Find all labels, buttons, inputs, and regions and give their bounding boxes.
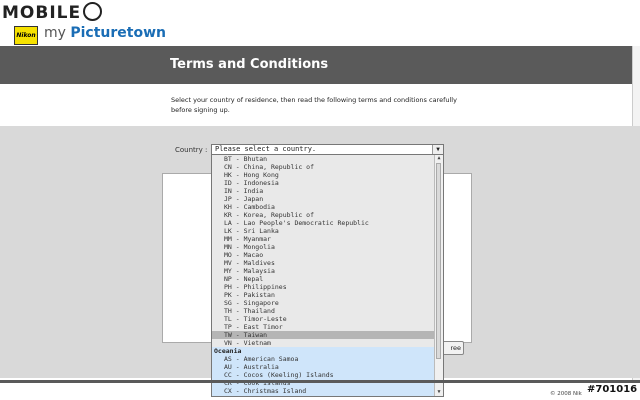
- dropdown-option[interactable]: KH - Cambodia: [212, 203, 443, 211]
- dropdown-option[interactable]: PH - Philippines: [212, 283, 443, 291]
- dropdown-option[interactable]: CX - Christmas Island: [212, 387, 443, 395]
- scroll-up-icon[interactable]: ▲: [435, 155, 443, 162]
- dropdown-option-highlighted[interactable]: TW - Taiwan: [212, 331, 443, 339]
- country-select-value: Please select a country.: [215, 145, 317, 153]
- dropdown-option[interactable]: ID - Indonesia: [212, 179, 443, 187]
- dropdown-option[interactable]: TL - Timor-Leste: [212, 315, 443, 323]
- dropdown-option[interactable]: MV - Maldives: [212, 259, 443, 267]
- chevron-down-icon[interactable]: ▼: [432, 145, 443, 154]
- dropdown-option[interactable]: NP - Nepal: [212, 275, 443, 283]
- scroll-thumb[interactable]: [436, 163, 441, 359]
- dropdown-option[interactable]: KR - Korea, Republic of: [212, 211, 443, 219]
- watermark-logo: MOBILE: [2, 2, 128, 23]
- dropdown-option[interactable]: JP - Japan: [212, 195, 443, 203]
- brand-name: my Picturetown: [44, 25, 167, 41]
- dropdown-option[interactable]: LK - Sri Lanka: [212, 227, 443, 235]
- dropdown-option[interactable]: BT - Bhutan: [212, 155, 443, 163]
- nikon-logo: Nikon: [14, 26, 38, 45]
- country-dropdown-list[interactable]: BT - Bhutan CN - China, Republic of HK -…: [211, 154, 444, 397]
- dropdown-option[interactable]: MO - Macao: [212, 251, 443, 259]
- dropdown-option[interactable]: HK - Hong Kong: [212, 171, 443, 179]
- dropdown-option[interactable]: CC - Cocos (Keeling) Islands: [212, 371, 443, 379]
- dropdown-option[interactable]: MY - Malaysia: [212, 267, 443, 275]
- dropdown-option[interactable]: AS - American Samoa: [212, 355, 443, 363]
- dropdown-option[interactable]: PK - Pakistan: [212, 291, 443, 299]
- dropdown-option[interactable]: IN - India: [212, 187, 443, 195]
- dropdown-option[interactable]: MM - Myanmar: [212, 235, 443, 243]
- dropdown-option[interactable]: AU - Australia: [212, 363, 443, 371]
- dropdown-option[interactable]: TH - Thailand: [212, 307, 443, 315]
- dropdown-scrollbar[interactable]: ▲ ▼: [434, 155, 443, 396]
- dropdown-option[interactable]: CN - China, Republic of: [212, 163, 443, 171]
- dropdown-option[interactable]: SG - Singapore: [212, 299, 443, 307]
- dropdown-group-label: Oceania: [212, 347, 443, 355]
- instruction-text: Select your country of residence, then r…: [171, 96, 457, 114]
- page-title: Terms and Conditions: [170, 57, 329, 72]
- scroll-down-icon[interactable]: ▼: [435, 389, 443, 396]
- dropdown-option[interactable]: VN - Vietnam: [212, 339, 443, 347]
- copyright-text: © 2008 Nik: [550, 391, 582, 397]
- footer-divider: [0, 380, 640, 383]
- dropdown-option[interactable]: MN - Mongolia: [212, 243, 443, 251]
- watermark-ring-icon: [83, 2, 103, 21]
- title-bar: Terms and Conditions: [0, 46, 640, 84]
- dropdown-option[interactable]: LA - Lao People's Democratic Republic: [212, 219, 443, 227]
- watermark-stamp: #701016: [585, 384, 640, 395]
- dropdown-option[interactable]: TP - East Timor: [212, 323, 443, 331]
- country-label: Country :: [175, 146, 208, 154]
